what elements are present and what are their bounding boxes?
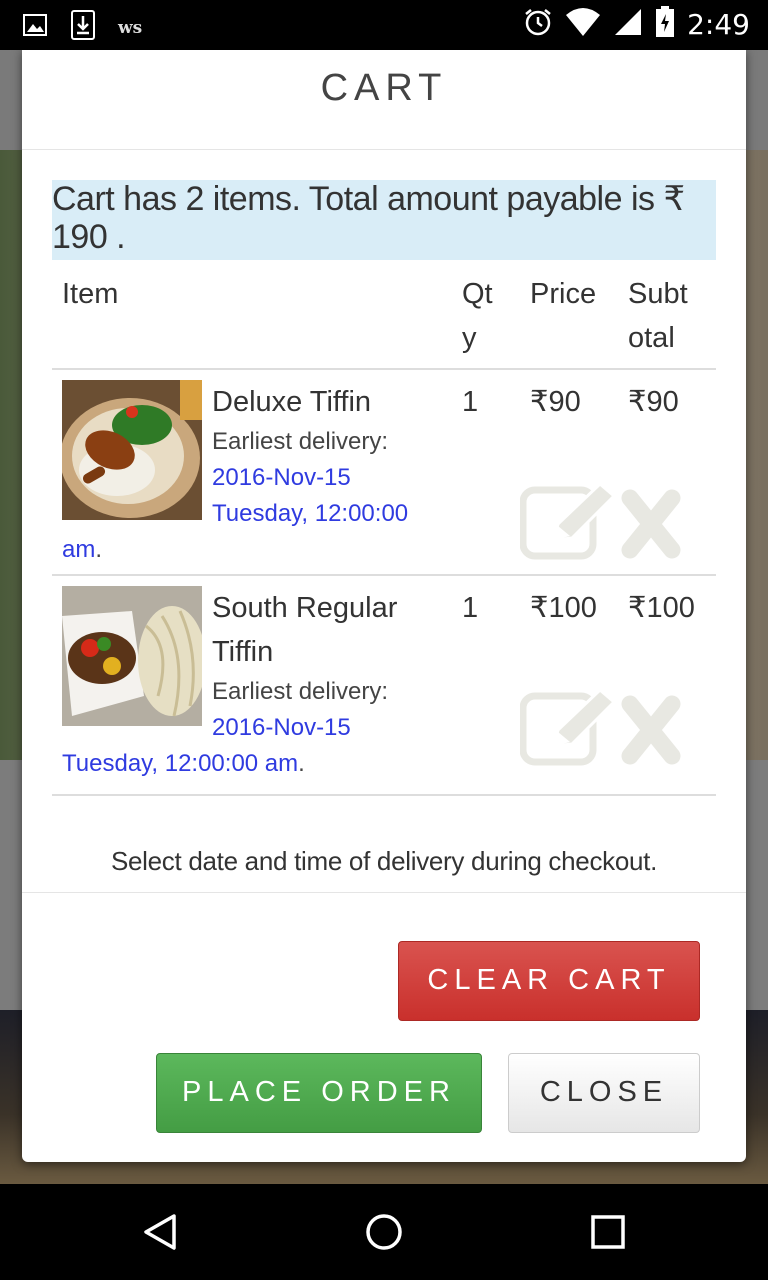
item-image — [62, 586, 202, 726]
cart-table: Item Qt y Price Subt otal Deluxe Tiffin … — [52, 260, 716, 796]
home-icon[interactable] — [364, 1212, 404, 1257]
delivery-label: Earliest delivery: — [212, 678, 389, 705]
price-cell-group: ₹100 ₹100 — [519, 575, 716, 796]
column-price: Price — [520, 260, 618, 370]
qty-cell: 1 — [452, 369, 520, 576]
dialog-body: Cart has 2 items. Total amount payable i… — [22, 150, 746, 877]
navigation-bar — [0, 1184, 768, 1280]
delivery-label: Earliest delivery: — [212, 428, 389, 455]
delete-icon[interactable] — [616, 482, 686, 562]
delivery-suffix: . — [95, 536, 103, 563]
table-header: Item Qt y Price Subt otal — [52, 260, 716, 370]
edit-icon[interactable] — [519, 687, 617, 768]
subtotal-value: ₹90 — [628, 386, 679, 418]
status-bar: ws 2:49 — [0, 0, 768, 50]
item-cell: South Regular Tiffin Earliest delivery: … — [52, 575, 452, 796]
price-value: ₹100 — [530, 592, 597, 624]
close-button[interactable]: CLOSE — [508, 1053, 700, 1133]
delete-icon[interactable] — [616, 688, 686, 768]
clear-cart-button[interactable]: CLEAR CART — [398, 941, 700, 1021]
edit-icon[interactable] — [519, 481, 617, 562]
qty-cell: 1 — [452, 575, 520, 796]
column-subtotal: Subt otal — [618, 260, 716, 370]
battery-icon — [655, 6, 675, 43]
table-row: Deluxe Tiffin Earliest delivery: 2016-No… — [52, 369, 716, 576]
cart-dialog: CART Cart has 2 items. Total amount paya… — [22, 50, 746, 1162]
back-icon[interactable] — [140, 1212, 180, 1257]
item-cell: Deluxe Tiffin Earliest delivery: 2016-No… — [52, 369, 452, 576]
cart-summary: Cart has 2 items. Total amount payable i… — [52, 180, 716, 260]
table-row: South Regular Tiffin Earliest delivery: … — [52, 575, 716, 796]
dialog-footer: CLEAR CART PLACE ORDER CLOSE — [22, 892, 746, 1162]
carrier-label: ws — [118, 17, 143, 38]
place-order-button[interactable]: PLACE ORDER — [156, 1053, 482, 1133]
image-icon — [22, 12, 48, 43]
price-cell-group: ₹90 ₹90 — [519, 369, 716, 576]
recents-icon[interactable] — [590, 1212, 626, 1257]
price-value: ₹90 — [530, 386, 581, 418]
clock: 2:49 — [687, 8, 750, 41]
dialog-title: CART — [22, 50, 746, 150]
download-icon — [70, 10, 96, 45]
alarm-icon — [523, 7, 553, 42]
delivery-note: Select date and time of delivery during … — [110, 846, 658, 876]
column-qty: Qt y — [452, 260, 520, 370]
item-image — [62, 380, 202, 520]
wifi-icon — [565, 7, 601, 42]
column-item: Item — [52, 260, 452, 370]
signal-icon — [613, 7, 643, 42]
delivery-suffix: . — [298, 750, 305, 777]
subtotal-value: ₹100 — [628, 592, 695, 624]
